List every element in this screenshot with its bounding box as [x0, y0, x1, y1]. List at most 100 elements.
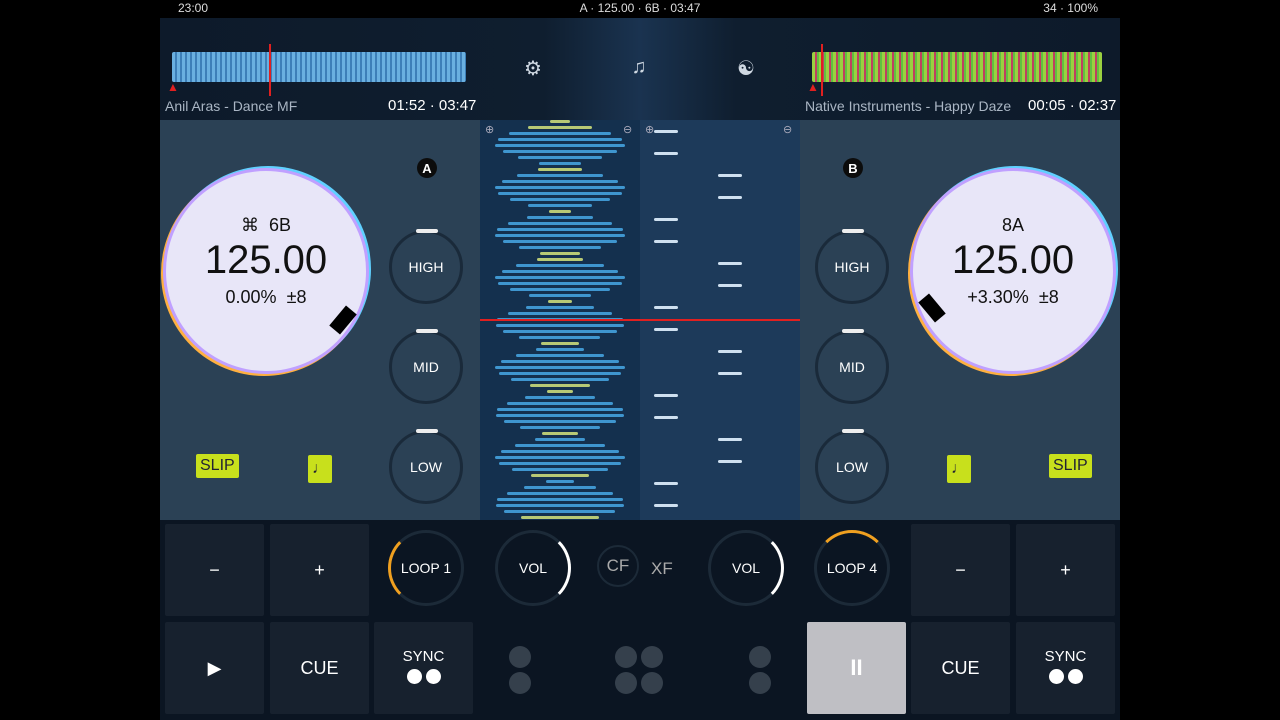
deck-a-eq-mid-knob[interactable]: MID — [389, 329, 463, 404]
waveform-band — [654, 328, 678, 331]
deck-a-eq-low-knob[interactable]: LOW — [389, 429, 463, 504]
deck-b-sync-button[interactable]: SYNC — [1016, 622, 1115, 714]
deck-a-volume-knob[interactable]: VOL — [495, 530, 571, 606]
deck-a-platter-marker — [329, 305, 357, 335]
waveform-band — [515, 444, 605, 447]
deck-a-overview-waveform[interactable] — [172, 52, 466, 82]
deck-a-loop-plus-button[interactable]: + — [270, 524, 369, 616]
crossfader-cf-button[interactable]: CF — [597, 545, 639, 587]
deck-a-pad-dots[interactable] — [509, 646, 531, 694]
waveform-band — [548, 300, 572, 303]
deck-a-loop-minus-button[interactable]: − — [165, 524, 264, 616]
deck-b-volume-knob[interactable]: VOL — [708, 530, 784, 606]
waveform-band — [495, 366, 625, 369]
pad-grid-button[interactable] — [615, 646, 663, 694]
deck-a-bpm: 125.00 — [204, 238, 328, 282]
deck-b-turntable[interactable]: 8A 125.00 +3.30% ±8 — [913, 171, 1113, 371]
waveform-band — [718, 372, 742, 375]
waveform-band — [495, 456, 625, 459]
deck-a-cue-button[interactable]: CUE — [270, 622, 369, 714]
waveform-band — [518, 246, 602, 249]
deck-a-loop-knob[interactable]: LOOP 1 — [388, 530, 464, 606]
waveform-band — [509, 132, 611, 135]
deck-b-pitch: +3.30% — [967, 287, 1029, 307]
waveform-band — [526, 216, 594, 219]
waveform-band — [550, 120, 570, 123]
zoom-in-icon[interactable]: ⊕ — [485, 123, 494, 136]
deck-b-loop-knob[interactable]: LOOP 4 — [814, 530, 890, 606]
deck-a-slip-button[interactable]: SLIP — [196, 454, 239, 478]
deck-a-playhead — [269, 44, 271, 96]
deck-a-pitch-range[interactable]: ±8 — [287, 287, 307, 307]
deck-a-track-title: Anil Aras - Dance MF — [165, 98, 298, 114]
waveform-band — [509, 198, 611, 201]
deck-b-cue-marker-icon: ▲ — [807, 80, 819, 94]
settings-gear-icon[interactable]: ⚙ — [521, 56, 545, 81]
deck-b-eq-high-knob[interactable]: HIGH — [815, 229, 889, 304]
deck-a-keylock-button[interactable]: ♩ — [308, 455, 332, 483]
waveform-band — [654, 394, 678, 397]
waveform-band — [510, 288, 610, 291]
battery-status: 34 · 100% — [1043, 1, 1098, 15]
deck-b-eq-mid-knob[interactable]: MID — [815, 329, 889, 404]
waveform-band — [536, 348, 584, 351]
waveform-band — [538, 162, 581, 165]
deck-b-pause-button[interactable]: II — [807, 622, 906, 714]
deck-a-label: A — [417, 158, 437, 178]
deck-b-eq-low-knob[interactable]: LOW — [815, 429, 889, 504]
waveform-band — [654, 130, 678, 133]
deck-a-sync-button[interactable]: SYNC — [374, 622, 473, 714]
waveform-band — [530, 474, 589, 477]
waveform-band — [539, 252, 581, 255]
waveform-band — [517, 156, 603, 159]
waveform-band — [495, 234, 625, 237]
top-bar: ▲ Anil Aras - Dance MF 01:52 · 03:47 ⚙ ♫… — [160, 18, 1120, 120]
zoom-out-icon[interactable]: ⊖ — [623, 123, 632, 136]
waveform-band — [718, 196, 742, 199]
deck-b-pitch-range[interactable]: ±8 — [1039, 287, 1059, 307]
waveform-band — [521, 516, 599, 519]
deck-a-eq-high-knob[interactable]: HIGH — [389, 229, 463, 304]
deck-a-turntable[interactable]: ⌘ 6B 125.00 0.00% ±8 — [166, 171, 366, 371]
deck-b-pad-dots[interactable] — [749, 646, 771, 694]
deck-b-overview-waveform[interactable] — [812, 52, 1102, 82]
waveform-band — [507, 402, 613, 405]
zoom-out-icon[interactable]: ⊖ — [783, 123, 792, 136]
waveform-band — [507, 312, 613, 315]
center-waveform-display[interactable]: ⊕ ⊖ ⊕ ⊖ — [480, 120, 800, 520]
deck-a-panel: ⌘ 6B 125.00 0.00% ±8 A HIGH MID LOW SLIP… — [160, 120, 480, 520]
deck-b-slip-button[interactable]: SLIP — [1049, 454, 1092, 478]
waveform-band — [516, 264, 604, 267]
waveform-band — [546, 480, 574, 483]
deck-b-sync-label: SYNC — [1044, 648, 1087, 665]
waveform-band — [504, 510, 616, 513]
deck-b-time: 00:05 · 02:37 — [1028, 97, 1117, 114]
deck-b-playhead — [821, 44, 823, 96]
waveform-band — [718, 174, 742, 177]
waveform-band — [530, 384, 590, 387]
waveform-band — [535, 438, 585, 441]
waveform-band — [538, 168, 582, 171]
crossfader-xf-button[interactable]: XF — [651, 559, 673, 579]
music-library-icon[interactable]: ♫ — [627, 56, 651, 79]
waveform-band — [495, 186, 625, 189]
waveform-band — [654, 240, 678, 243]
zoom-in-icon[interactable]: ⊕ — [645, 123, 654, 136]
waveform-band — [537, 258, 583, 261]
deck-b-cue-button[interactable]: CUE — [911, 622, 1010, 714]
waveform-band — [528, 204, 592, 207]
waveform-band — [503, 330, 617, 333]
waveform-band — [511, 468, 609, 471]
deck-a-play-button[interactable]: ▶ — [165, 622, 264, 714]
fx-yin-yang-icon[interactable]: ☯ — [734, 56, 758, 81]
deck-a-cue-marker-icon: ▲ — [167, 80, 179, 94]
deck-b-loop-minus-button[interactable]: − — [911, 524, 1010, 616]
deck-b-loop-plus-button[interactable]: + — [1016, 524, 1115, 616]
deck-b-track-title: Native Instruments - Happy Daze — [805, 98, 1012, 114]
waveform-band — [498, 462, 622, 465]
djay-app: ▲ Anil Aras - Dance MF 01:52 · 03:47 ⚙ ♫… — [160, 18, 1120, 720]
waveform-band — [497, 192, 623, 195]
deck-b-keylock-button[interactable]: ♩ — [947, 455, 971, 483]
waveform-band — [498, 282, 622, 285]
sync-dots-icon — [405, 669, 443, 688]
